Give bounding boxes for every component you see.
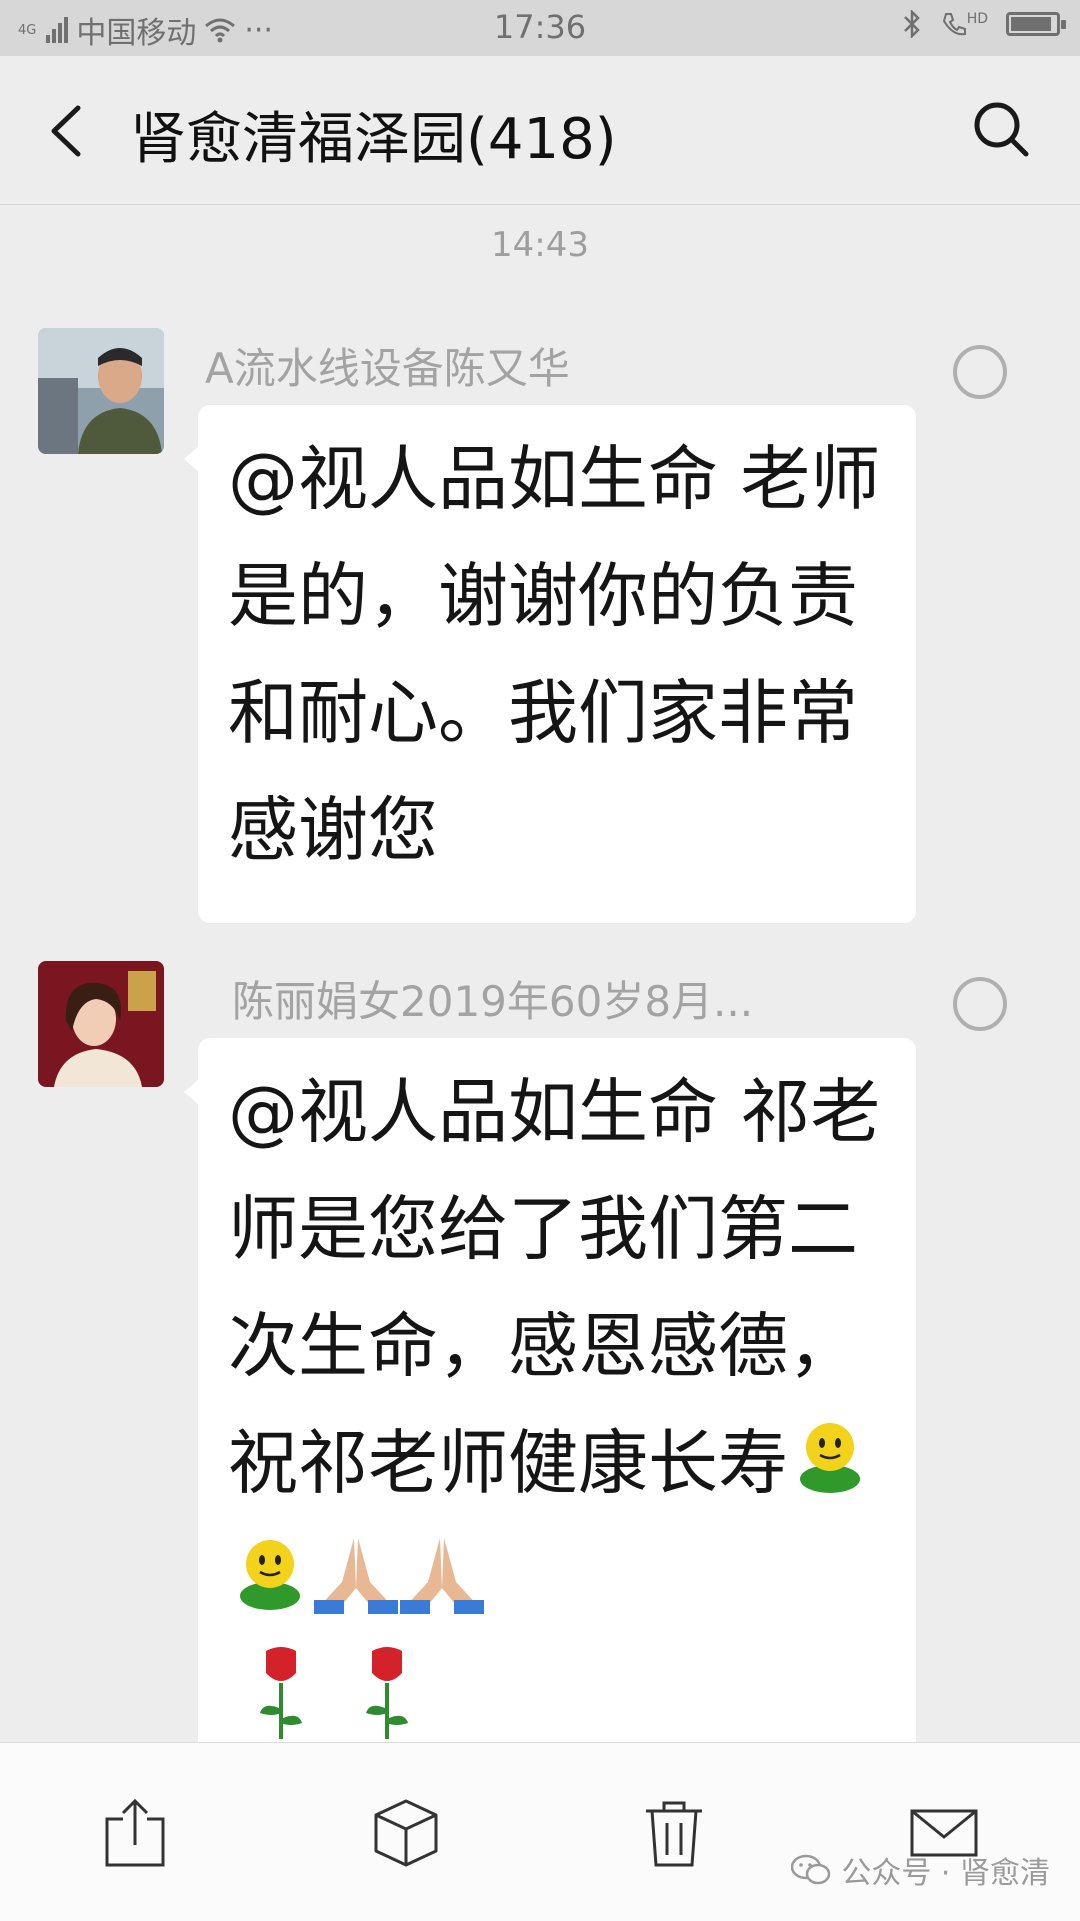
bluetooth-icon [903,10,920,38]
bottom-toolbar: 公众号 · 肾愈清 [0,1742,1080,1921]
message-text: @视人品如生命 祁老师是您给了我们第二次生命，感恩感德，祝祁老师健康长寿 [228,1054,888,1756]
watermark: 公众号 · 肾愈清 [791,1848,1050,1892]
rose-icon [366,1647,408,1739]
status-right: HD [901,10,1066,38]
message-timestamp: 14:43 [491,225,589,265]
trash-icon[interactable] [636,1795,712,1871]
rose-icon [260,1647,302,1739]
status-bar: 4G 中国移动 ··· 17:36 HD [0,0,1080,56]
box-icon[interactable] [368,1795,444,1871]
message-bubble[interactable]: @视人品如生命 祁老师是您给了我们第二次生命，感恩感德，祝祁老师健康长寿 [184,1038,916,1758]
smile-emoji-icon [800,1423,860,1493]
chat-title: 肾愈清福泽园(418) [130,107,617,172]
chat-header: 肾愈清福泽园(418) [0,56,1080,205]
message-bubble[interactable]: @视人品如生命 老师是的，谢谢你的负责和耐心。我们家非常感谢您 [184,405,916,923]
watermark-text: 公众号 · 肾愈清 [841,1856,1050,1891]
search-icon[interactable] [966,94,1038,166]
select-checkbox[interactable] [953,977,1007,1031]
avatar[interactable] [38,328,164,454]
select-checkbox[interactable] [953,345,1007,399]
message-text: @视人品如生命 老师是的，谢谢你的负责和耐心。我们家非常感谢您 [228,438,881,871]
hd-label: HD [966,11,988,27]
back-arrow-icon[interactable] [40,96,100,166]
wechat-icon [791,1854,831,1885]
share-icon[interactable] [97,1795,173,1871]
sender-name: A流水线设备陈又华 [205,344,570,393]
sender-name: 陈丽娟女2019年60岁8月... [232,977,754,1026]
call-hd-indicator: HD [941,11,988,37]
message-text-body: @视人品如生命 祁老师是您给了我们第二次生命，感恩感德，祝祁老师健康长寿 [228,1071,881,1504]
praying-hands-icon [314,1538,398,1614]
battery-icon [1006,12,1066,36]
avatar[interactable] [38,961,164,1087]
phone-icon [942,13,966,36]
praying-hands-icon [400,1538,484,1614]
smile-emoji-icon [240,1540,300,1610]
